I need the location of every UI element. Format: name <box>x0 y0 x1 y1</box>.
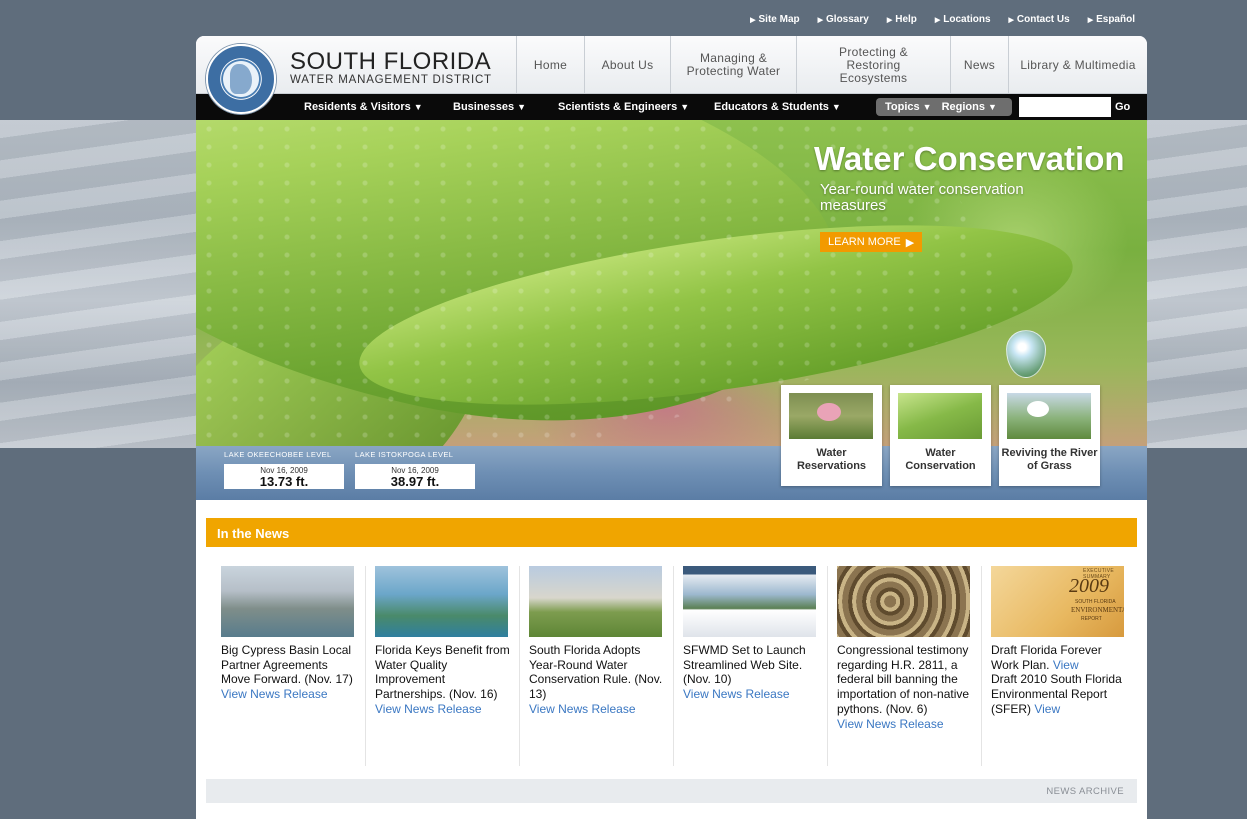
lake-istokpoga-level: LAKE ISTOKPOGA LEVEL Nov 16, 2009 38.97 … <box>355 450 475 489</box>
lake-level-label: LAKE ISTOKPOGA LEVEL <box>355 450 454 459</box>
hero-subtitle: Year-round water conservation measures <box>820 181 1024 214</box>
menu-businesses[interactable]: Businesses ▼ <box>453 101 526 113</box>
brand-title: SOUTH FLORIDA <box>290 48 492 75</box>
page-container: SOUTH FLORIDA WATER MANAGEMENT DISTRICT … <box>196 36 1147 819</box>
search-go-button[interactable]: Go <box>1115 101 1130 113</box>
tile-water-conservation[interactable]: Water Conservation <box>890 385 991 486</box>
main-nav: Home About Us Managing & Protecting Wate… <box>516 36 1147 94</box>
menu-residents-visitors[interactable]: Residents & Visitors ▼ <box>304 101 423 113</box>
news-text: Florida Keys Benefit from Water Quality … <box>375 643 510 702</box>
news-text: Big Cypress Basin Local Partner Agreemen… <box>221 643 353 687</box>
report-cover-line: SOUTH FLORIDA <box>1075 599 1116 605</box>
news-thumbnail-python[interactable] <box>837 566 970 637</box>
tile-water-reservations[interactable]: Water Reservations <box>781 385 882 486</box>
util-link-help[interactable]: ▶ Help <box>887 14 917 25</box>
report-cover-line: REPORT <box>1081 616 1102 622</box>
nav-managing-protecting-water[interactable]: Managing & Protecting Water <box>670 36 796 94</box>
view-news-release-link[interactable]: View News Release <box>683 687 818 702</box>
report-cover-line: ENVIRONMENTAL <box>1071 606 1124 614</box>
news-archive-link[interactable]: NEWS ARCHIVE <box>206 779 1137 803</box>
egret-photo <box>1007 393 1091 439</box>
news-heading: In the News <box>206 518 1137 547</box>
tile-reviving-river-of-grass[interactable]: Reviving the River of Grass <box>999 385 1100 486</box>
util-link-glossary[interactable]: ▶ Glossary <box>818 14 869 25</box>
view-news-release-link[interactable]: View News Release <box>529 702 664 717</box>
menu-scientists-engineers[interactable]: Scientists & Engineers ▼ <box>558 101 689 113</box>
lake-okeechobee-level: LAKE OKEECHOBEE LEVEL Nov 16, 2009 13.73… <box>224 450 344 489</box>
news-item: SFWMD Set to Launch Streamlined Web Site… <box>674 566 828 766</box>
news-item: Big Cypress Basin Local Partner Agreemen… <box>212 566 366 766</box>
news-item: Florida Keys Benefit from Water Quality … <box>366 566 520 766</box>
hero-water-droplet <box>1006 330 1046 378</box>
news-item: EXECUTIVE SUMMARY 2009 SOUTH FLORIDA ENV… <box>982 566 1136 766</box>
district-seal-logo[interactable] <box>206 44 276 114</box>
search-input[interactable] <box>1019 97 1111 117</box>
view-link[interactable]: View <box>1034 702 1060 716</box>
view-link[interactable]: View <box>1053 658 1079 672</box>
lake-level-value: 13.73 ft. <box>259 474 309 489</box>
nav-home[interactable]: Home <box>516 36 584 94</box>
menu-topics[interactable]: Topics ▼ <box>885 101 932 113</box>
brand[interactable]: SOUTH FLORIDA WATER MANAGEMENT DISTRICT <box>290 48 492 87</box>
view-news-release-link[interactable]: View News Release <box>375 702 510 717</box>
view-news-release-link[interactable]: View News Release <box>837 717 972 732</box>
site-header: SOUTH FLORIDA WATER MANAGEMENT DISTRICT … <box>196 36 1147 114</box>
utility-links: ▶ Site Map ▶ Glossary ▶ Help ▶ Locations ▶ Co… <box>750 14 1135 25</box>
leaf-photo <box>898 393 982 439</box>
menu-regions[interactable]: Regions ▼ <box>942 101 997 113</box>
news-text-a: Draft Florida Forever Work Plan. <box>991 643 1102 672</box>
report-cover-year: 2009 <box>1069 575 1109 597</box>
filter-pill: Topics ▼ Regions ▼ <box>876 98 1012 116</box>
util-link-site-map[interactable]: ▶ Site Map <box>750 14 800 25</box>
news-text: Congressional testimony regarding H.R. 2… <box>837 643 970 716</box>
util-link-locations[interactable]: ▶ Locations <box>935 14 991 25</box>
tile-caption: Water Conservation <box>905 447 976 472</box>
nav-about-us[interactable]: About Us <box>584 36 670 94</box>
util-link-contact-us[interactable]: ▶ Contact Us <box>1009 14 1070 25</box>
news-thumbnail-city[interactable] <box>221 566 354 637</box>
lake-level-label: LAKE OKEECHOBEE LEVEL <box>224 450 332 459</box>
news-thumbnail-website[interactable] <box>683 566 816 637</box>
lake-level-value: 38.97 ft. <box>390 474 440 489</box>
audience-nav: Residents & Visitors ▼ Businesses ▼ Scient… <box>196 94 1147 120</box>
news-thumbnail-sprinkler[interactable] <box>529 566 662 637</box>
menu-educators-students[interactable]: Educators & Students ▼ <box>714 101 841 113</box>
spoonbill-photo <box>789 393 873 439</box>
tile-caption: Water Reservations <box>796 447 867 472</box>
nav-library-multimedia[interactable]: Library & Multimedia <box>1008 36 1147 94</box>
play-arrow-icon: ▶ <box>905 236 915 249</box>
news-item: Congressional testimony regarding H.R. 2… <box>828 566 982 766</box>
util-link-espanol[interactable]: ▶ Español <box>1088 14 1135 25</box>
news-text: SFWMD Set to Launch Streamlined Web Site… <box>683 643 806 687</box>
news-text: Draft Florida Forever Work Plan. View Dr… <box>991 643 1127 717</box>
hero-title: Water Conservation <box>814 140 1125 177</box>
news-thumbnail-keys[interactable] <box>375 566 508 637</box>
nav-news[interactable]: News <box>950 36 1008 94</box>
tile-caption: Reviving the River of Grass <box>1001 447 1098 472</box>
nav-protecting-restoring-ecosystems[interactable]: Protecting & Restoring Ecosystems <box>796 36 950 94</box>
news-item: South Florida Adopts Year-Round Water Co… <box>520 566 674 766</box>
brand-subtitle: WATER MANAGEMENT DISTRICT <box>290 74 492 86</box>
news-text: South Florida Adopts Year-Round Water Co… <box>529 643 663 702</box>
news-grid: Big Cypress Basin Local Partner Agreemen… <box>212 566 1136 766</box>
learn-more-button[interactable]: LEARN MORE ▶ <box>820 232 923 252</box>
news-thumbnail-sfer-report[interactable]: EXECUTIVE SUMMARY 2009 SOUTH FLORIDA ENV… <box>991 566 1124 637</box>
view-news-release-link[interactable]: View News Release <box>221 687 356 702</box>
